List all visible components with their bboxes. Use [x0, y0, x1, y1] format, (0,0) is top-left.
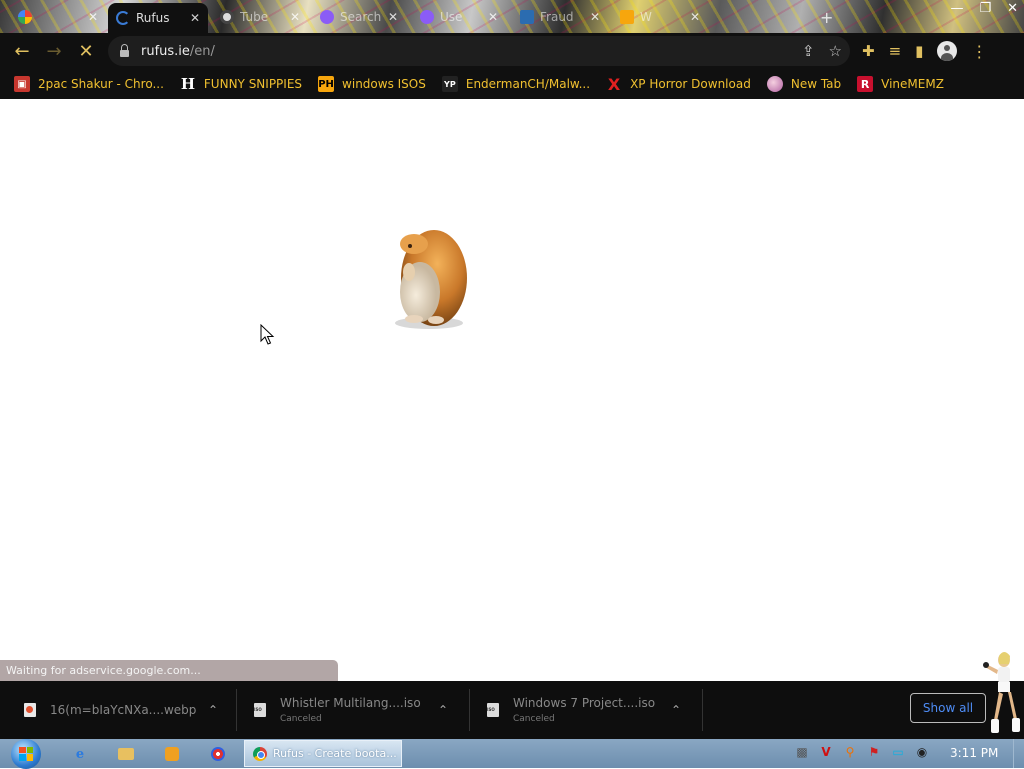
profile-avatar-icon[interactable] [937, 41, 958, 61]
chevron-up-icon[interactable]: ⌃ [438, 703, 448, 717]
tab-rufus[interactable]: Rufus ✕ [108, 3, 208, 33]
lock-icon[interactable] [120, 43, 129, 57]
r-icon: R [857, 76, 874, 92]
tab-search[interactable]: Search ✕ [312, 4, 406, 30]
taskbar-clock[interactable]: 3:11 PM [950, 739, 998, 768]
ph-icon [620, 10, 634, 24]
address-bar[interactable]: rufus.ie/en/ ⇪ ☆ [108, 36, 850, 66]
status-bubble: Waiting for adservice.google.com... [0, 660, 338, 681]
close-icon[interactable]: ✕ [190, 11, 200, 25]
media-player-icon[interactable] [162, 744, 182, 764]
bookmark-funny-snippies[interactable]: H FUNNY SNIPPIES [180, 75, 302, 93]
download-divider [469, 689, 470, 731]
chevron-up-icon[interactable]: ⌃ [671, 703, 681, 717]
windows-taskbar: e Rufus - Create boota... ▩ V ⚲ ⚑ ▭ ◉ 3:… [0, 738, 1024, 769]
tray-app-icon[interactable]: ▩ [794, 744, 810, 760]
share-icon[interactable]: ⇪ [802, 42, 815, 60]
window-controls: — ❐ ✕ [950, 0, 1018, 18]
iso-file-icon [487, 703, 499, 717]
bookmark-xp-horror[interactable]: X XP Horror Download [606, 74, 751, 94]
tray-network-icon[interactable]: ▭ [890, 744, 906, 760]
close-icon[interactable]: ✕ [88, 10, 98, 24]
close-icon[interactable]: ✕ [290, 10, 300, 24]
download-item-webp[interactable]: 16(m=bIaYcNXa....webp ⌃ [24, 681, 224, 739]
url-text[interactable]: rufus.ie/en/ [141, 44, 215, 59]
downloads-shelf: 16(m=bIaYcNXa....webp ⌃ Whistler Multila… [0, 681, 1024, 739]
side-panel-icon[interactable]: ▮ [915, 42, 923, 60]
bookmark-star-icon[interactable]: ☆ [829, 42, 842, 60]
taskbar-chrome-window[interactable]: Rufus - Create boota... [244, 740, 402, 767]
x-icon: X [607, 74, 621, 94]
show-desktop-button[interactable] [1013, 739, 1024, 768]
close-icon[interactable]: ✕ [590, 10, 600, 24]
download-divider [236, 689, 237, 731]
reading-list-icon[interactable]: ≡ [889, 42, 902, 60]
tab-use[interactable]: Use ✕ [412, 4, 506, 30]
tab-tube[interactable]: Tube ✕ [212, 4, 308, 30]
dancing-hamster-image [395, 230, 467, 329]
bookmarks-bar: ▣ 2pac Shakur - Chro... H FUNNY SNIPPIES… [0, 69, 1024, 99]
download-item-windows7[interactable]: Windows 7 Project....iso Canceled ⌃ [487, 681, 687, 739]
close-icon[interactable]: ✕ [690, 10, 700, 24]
close-icon[interactable]: ✕ [488, 10, 498, 24]
bookmark-new-tab[interactable]: New Tab [766, 76, 841, 92]
page-content [0, 103, 1024, 681]
site-icon [520, 10, 534, 24]
download-item-whistler[interactable]: Whistler Multilang....iso Canceled ⌃ [254, 681, 454, 739]
iso-file-icon [254, 703, 266, 717]
stop-loading-icon[interactable]: ✕ [70, 35, 102, 67]
close-window-icon[interactable]: ✕ [1007, 0, 1018, 18]
bookmark-endermanch[interactable]: YP EndermanCH/Malw... [441, 76, 590, 92]
restore-icon[interactable]: ❐ [979, 0, 991, 18]
folder-icon[interactable] [116, 744, 136, 764]
google-icon [18, 10, 32, 24]
tab-google[interactable]: ✕ [10, 4, 106, 30]
bookmark-2pac[interactable]: ▣ 2pac Shakur - Chro... [14, 76, 164, 92]
site-icon [420, 10, 434, 24]
plus-icon: + [820, 7, 834, 27]
image-file-icon [24, 703, 36, 717]
windows-orb-icon [11, 738, 41, 769]
dancing-figure-image [983, 652, 1020, 733]
minimize-icon[interactable]: — [950, 0, 963, 18]
chrome-icon [253, 746, 267, 761]
system-tray: ▩ V ⚲ ⚑ ▭ ◉ [794, 744, 930, 760]
download-divider [702, 689, 703, 731]
menu-kebab-icon[interactable]: ⋮ [971, 42, 987, 61]
bookmark-vinememz[interactable]: R VineMEMZ [857, 76, 944, 92]
internet-explorer-icon[interactable]: e [70, 744, 90, 764]
mouse-cursor-icon [260, 324, 275, 345]
tray-volume-icon[interactable]: ◉ [914, 744, 930, 760]
new-tab-button[interactable]: + [812, 4, 842, 30]
start-button[interactable] [8, 738, 44, 769]
ph-icon: PH [318, 76, 335, 92]
site-icon [220, 10, 234, 24]
site-icon [320, 10, 334, 24]
new-tab-icon [766, 76, 783, 92]
forward-icon[interactable]: → [38, 35, 70, 67]
show-all-downloads-button[interactable]: Show all [910, 693, 986, 723]
chrome-web-store-icon: ▣ [14, 76, 30, 92]
tray-search-icon[interactable]: ⚲ [842, 744, 858, 760]
loading-spinner-icon [116, 11, 130, 25]
chevron-up-icon[interactable]: ⌃ [208, 703, 218, 717]
browser-toolbar: ← → ✕ rufus.ie/en/ ⇪ ☆ ✚ ≡ ▮ ⋮ [0, 33, 1024, 69]
tab-fraud[interactable]: Fraud ✕ [512, 4, 608, 30]
bookmark-windows-isos[interactable]: PH windows ISOS [318, 76, 426, 92]
tab-w[interactable]: W ✕ [612, 4, 708, 30]
back-icon[interactable]: ← [6, 35, 38, 67]
tab-strip: ✕ Rufus ✕ Tube ✕ Search ✕ Use ✕ Fraud ✕ … [0, 0, 1024, 33]
tray-flag-icon[interactable]: ⚑ [866, 744, 882, 760]
h-logo-icon: H [180, 75, 195, 93]
tray-v-icon[interactable]: V [818, 744, 834, 760]
yp-icon: YP [441, 76, 458, 92]
close-icon[interactable]: ✕ [388, 10, 398, 24]
paint-icon[interactable] [208, 744, 228, 764]
extensions-puzzle-icon[interactable]: ✚ [862, 42, 875, 60]
